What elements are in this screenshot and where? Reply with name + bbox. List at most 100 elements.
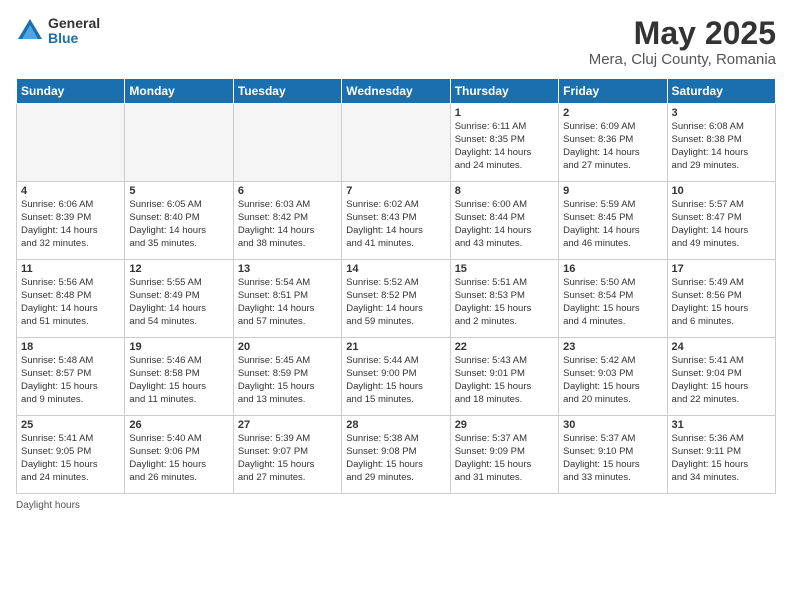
calendar-cell: 11Sunrise: 5:56 AMSunset: 8:48 PMDayligh… [17,260,125,338]
calendar-cell: 21 Sunrise: 5:44 AMSunset: 9:00 PMDayligh… [342,338,450,416]
header-thursday: Thursday [450,79,558,104]
day-number: 27 [238,419,337,431]
calendar-cell: 6Sunrise: 6:03 AMSunset: 8:42 PMDaylight… [233,182,341,260]
day-info: Sunrise: 5:42 AMSunset: 9:03 PMDaylight:… [563,355,662,406]
day-number: 1 [455,107,554,119]
calendar-cell: 15 Sunrise: 5:51 AMSunset: 8:53 PMDayligh… [450,260,558,338]
day-info: Sunrise: 5:46 AMSunset: 8:58 PMDaylight:… [129,355,228,406]
day-info: Sunrise: 5:41 AMSunset: 9:05 PMDaylight:… [21,433,120,484]
calendar-cell: 3Sunrise: 6:08 AMSunset: 8:38 PMDaylight… [667,104,775,182]
calendar-cell: 23 Sunrise: 5:42 AMSunset: 9:03 PMDayligh… [559,338,667,416]
day-number: 25 [21,419,120,431]
calendar-cell: 12 Sunrise: 5:55 AMSunset: 8:49 PMDayligh… [125,260,233,338]
day-info: Sunrise: 6:05 AMSunset: 8:40 PMDaylight:… [129,199,228,250]
day-info: Sunrise: 6:11 AMSunset: 8:35 PMDaylight:… [455,121,554,172]
calendar-cell [233,104,341,182]
calendar-week-1: 1 Sunrise: 6:11 AMSunset: 8:35 PMDaylight… [17,104,776,182]
day-info: Sunrise: 6:09 AMSunset: 8:36 PMDaylight:… [563,121,662,172]
day-info: Sunrise: 5:38 AMSunset: 9:08 PMDaylight:… [346,433,445,484]
day-number: 29 [455,419,554,431]
header-monday: Monday [125,79,233,104]
day-number: 18 [21,341,120,353]
day-info: Sunrise: 5:37 AMSunset: 9:09 PMDaylight:… [455,433,554,484]
calendar-cell: 14Sunrise: 5:52 AMSunset: 8:52 PMDayligh… [342,260,450,338]
day-info: Sunrise: 6:06 AMSunset: 8:39 PMDaylight:… [21,199,120,250]
day-info: Sunrise: 5:36 AMSunset: 9:11 PMDaylight:… [672,433,771,484]
day-info: Sunrise: 6:02 AMSunset: 8:43 PMDaylight:… [346,199,445,250]
day-number: 22 [455,341,554,353]
calendar-cell: 9 Sunrise: 5:59 AMSunset: 8:45 PMDaylight… [559,182,667,260]
calendar-cell: 27 Sunrise: 5:39 AMSunset: 9:07 PMDayligh… [233,416,341,494]
logo: General Blue [16,16,100,47]
day-number: 12 [129,263,228,275]
calendar-cell: 25 Sunrise: 5:41 AMSunset: 9:05 PMDayligh… [17,416,125,494]
day-info: Sunrise: 5:59 AMSunset: 8:45 PMDaylight:… [563,199,662,250]
title-block: May 2025 Mera, Cluj County, Romania [589,16,776,68]
day-number: 15 [455,263,554,275]
calendar-week-2: 4 Sunrise: 6:06 AMSunset: 8:39 PMDaylight… [17,182,776,260]
calendar-cell: 1 Sunrise: 6:11 AMSunset: 8:35 PMDaylight… [450,104,558,182]
day-number: 4 [21,185,120,197]
calendar-cell: 2Sunrise: 6:09 AMSunset: 8:36 PMDaylight… [559,104,667,182]
day-number: 7 [346,185,445,197]
day-number: 23 [563,341,662,353]
day-number: 21 [346,341,445,353]
day-number: 9 [563,185,662,197]
day-number: 6 [238,185,337,197]
day-number: 13 [238,263,337,275]
day-info: Sunrise: 5:57 AMSunset: 8:47 PMDaylight:… [672,199,771,250]
calendar-title: May 2025 [589,16,776,51]
header-tuesday: Tuesday [233,79,341,104]
day-info: Sunrise: 5:51 AMSunset: 8:53 PMDaylight:… [455,277,554,328]
calendar-cell: 13 Sunrise: 5:54 AMSunset: 8:51 PMDayligh… [233,260,341,338]
day-info: Sunrise: 5:48 AMSunset: 8:57 PMDaylight:… [21,355,120,406]
calendar-cell [125,104,233,182]
calendar-cell [342,104,450,182]
day-info: Sunrise: 5:37 AMSunset: 9:10 PMDaylight:… [563,433,662,484]
calendar-cell: 28 Sunrise: 5:38 AMSunset: 9:08 PMDayligh… [342,416,450,494]
day-number: 10 [672,185,771,197]
day-info: Sunrise: 5:43 AMSunset: 9:01 PMDaylight:… [455,355,554,406]
calendar-cell: 7 Sunrise: 6:02 AMSunset: 8:43 PMDaylight… [342,182,450,260]
calendar-cell: 30Sunrise: 5:37 AMSunset: 9:10 PMDayligh… [559,416,667,494]
day-info: Sunrise: 5:45 AMSunset: 8:59 PMDaylight:… [238,355,337,406]
calendar-cell: 10 Sunrise: 5:57 AMSunset: 8:47 PMDayligh… [667,182,775,260]
header-saturday: Saturday [667,79,775,104]
calendar-cell: 4 Sunrise: 6:06 AMSunset: 8:39 PMDaylight… [17,182,125,260]
calendar-week-3: 11Sunrise: 5:56 AMSunset: 8:48 PMDayligh… [17,260,776,338]
calendar-cell: 20 Sunrise: 5:45 AMSunset: 8:59 PMDayligh… [233,338,341,416]
day-number: 26 [129,419,228,431]
calendar-week-5: 25 Sunrise: 5:41 AMSunset: 9:05 PMDayligh… [17,416,776,494]
calendar-cell: 19 Sunrise: 5:46 AMSunset: 8:58 PMDayligh… [125,338,233,416]
day-number: 20 [238,341,337,353]
day-number: 19 [129,341,228,353]
day-info: Sunrise: 6:00 AMSunset: 8:44 PMDaylight:… [455,199,554,250]
day-info: Sunrise: 5:55 AMSunset: 8:49 PMDaylight:… [129,277,228,328]
header-wednesday: Wednesday [342,79,450,104]
logo-general: General [48,16,100,31]
logo-blue: Blue [48,31,100,46]
day-info: Sunrise: 5:54 AMSunset: 8:51 PMDaylight:… [238,277,337,328]
calendar-cell: 22 Sunrise: 5:43 AMSunset: 9:01 PMDayligh… [450,338,558,416]
calendar-table: Sunday Monday Tuesday Wednesday Thursday… [16,78,776,494]
day-number: 11 [21,263,120,275]
day-info: Sunrise: 5:50 AMSunset: 8:54 PMDaylight:… [563,277,662,328]
day-number: 8 [455,185,554,197]
day-number: 28 [346,419,445,431]
calendar-week-4: 18 Sunrise: 5:48 AMSunset: 8:57 PMDayligh… [17,338,776,416]
calendar-cell: 29 Sunrise: 5:37 AMSunset: 9:09 PMDayligh… [450,416,558,494]
page: General Blue May 2025 Mera, Cluj County,… [0,0,792,612]
calendar-cell: 16Sunrise: 5:50 AMSunset: 8:54 PMDayligh… [559,260,667,338]
logo-icon [16,17,44,45]
calendar-cell: 31Sunrise: 5:36 AMSunset: 9:11 PMDayligh… [667,416,775,494]
day-info: Sunrise: 5:39 AMSunset: 9:07 PMDaylight:… [238,433,337,484]
day-info: Sunrise: 5:41 AMSunset: 9:04 PMDaylight:… [672,355,771,406]
calendar-cell: 18 Sunrise: 5:48 AMSunset: 8:57 PMDayligh… [17,338,125,416]
calendar-cell: 8 Sunrise: 6:00 AMSunset: 8:44 PMDaylight… [450,182,558,260]
logo-text: General Blue [48,16,100,47]
day-info: Sunrise: 5:49 AMSunset: 8:56 PMDaylight:… [672,277,771,328]
calendar-cell: 24Sunrise: 5:41 AMSunset: 9:04 PMDayligh… [667,338,775,416]
day-number: 17 [672,263,771,275]
calendar-header-row: Sunday Monday Tuesday Wednesday Thursday… [17,79,776,104]
day-info: Sunrise: 5:44 AMSunset: 9:00 PMDaylight:… [346,355,445,406]
